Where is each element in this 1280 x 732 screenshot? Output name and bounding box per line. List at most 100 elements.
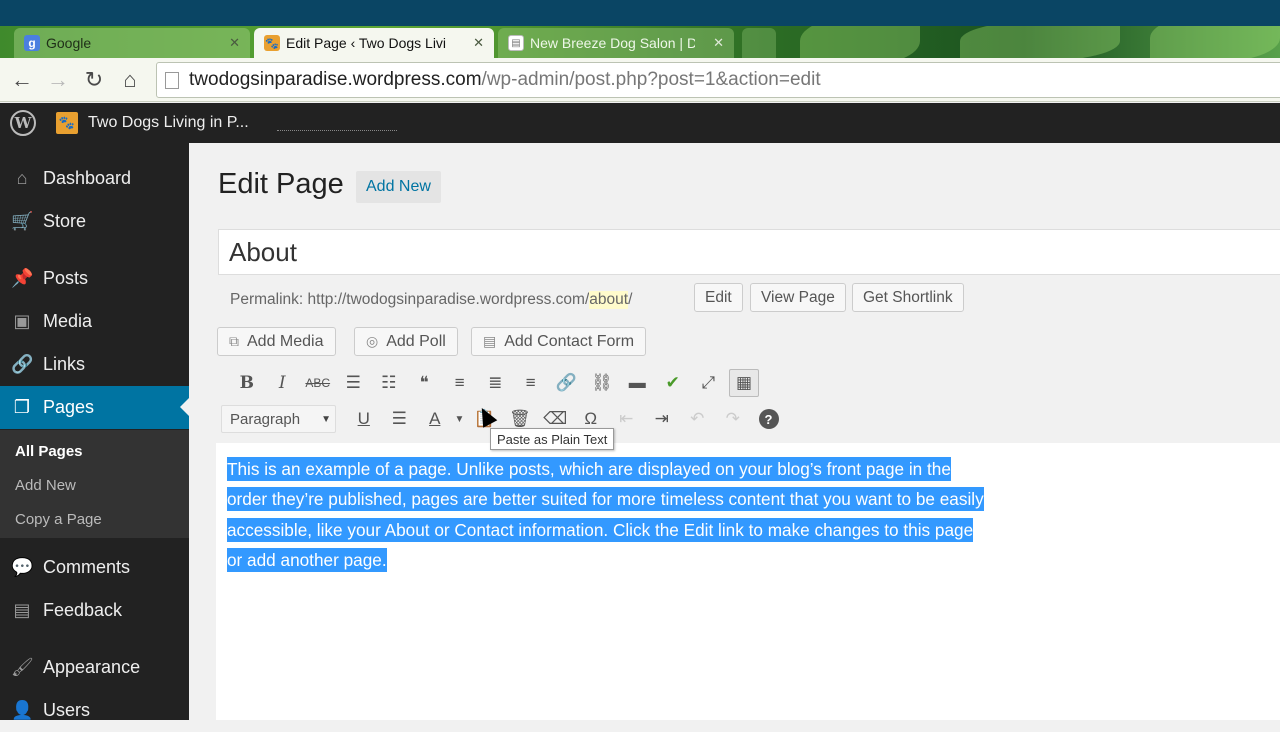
tab-breeze-salon[interactable]: ▤ New Breeze Dog Salon | D ✕ — [498, 28, 734, 58]
tab-title: Edit Page ‹ Two Dogs Livi — [286, 35, 447, 51]
undo-icon[interactable]: ↶ — [680, 405, 716, 433]
background-leaf-decoration — [1150, 26, 1280, 58]
align-right-icon[interactable]: ≡ — [513, 369, 549, 397]
sidebar-item-label: Comments — [43, 557, 131, 577]
chevron-down-icon: ▼ — [321, 413, 331, 425]
align-left-icon[interactable]: ≡ — [442, 369, 478, 397]
browser-toolbar: ← → ↻ ⌂ twodogsinparadise.wordpress.com/… — [0, 58, 1280, 102]
submenu-all-pages[interactable]: All Pages — [15, 443, 83, 460]
url-host: twodogsinparadise.wordpress.com — [189, 69, 482, 90]
add-media-label: Add Media — [247, 332, 324, 350]
add-new-button[interactable]: Add New — [356, 171, 441, 203]
spellcheck-icon[interactable]: ✔ — [655, 369, 691, 397]
page-title: Edit Page — [218, 168, 344, 200]
sidebar-item-users[interactable]: 👤 Users — [0, 689, 189, 732]
read-more-icon[interactable]: ▬ — [620, 369, 656, 397]
paste-tooltip: Paste as Plain Text — [490, 428, 615, 450]
wordpress-logo-icon[interactable]: W — [10, 110, 36, 136]
edit-permalink-button[interactable]: Edit — [694, 283, 743, 312]
add-contact-form-button[interactable]: ▤ Add Contact Form — [471, 327, 647, 356]
format-select[interactable]: Paragraph ▼ — [221, 405, 336, 433]
address-bar[interactable]: twodogsinparadise.wordpress.com/wp-admin… — [156, 62, 1280, 98]
tab-close-icon[interactable]: ✕ — [473, 35, 484, 51]
bold-icon[interactable]: B — [229, 369, 265, 397]
sidebar-item-pages[interactable]: ❐ Pages — [0, 386, 189, 429]
permalink-row: Permalink: http://twodogsinparadise.word… — [230, 285, 632, 315]
pages-submenu: All Pages Add New Copy a Page — [0, 430, 189, 538]
sidebar-item-posts[interactable]: 📌 Posts — [0, 257, 189, 300]
brush-icon: 🖌 — [11, 657, 34, 677]
sidebar-item-label: Media — [43, 311, 93, 331]
tab-title: New Breeze Dog Salon | D — [530, 35, 696, 51]
unlink-icon[interactable]: ⛓ — [584, 369, 620, 397]
pages-icon: ❐ — [13, 397, 31, 417]
sidebar-item-feedback[interactable]: ▤ Feedback — [0, 589, 189, 632]
url-path: /wp-admin/post.php?post=1&action=edit — [481, 69, 821, 90]
format-select-value: Paragraph — [230, 410, 301, 428]
justify-icon[interactable]: ☰ — [382, 405, 418, 433]
page-icon — [165, 71, 179, 89]
italic-icon[interactable]: I — [265, 369, 301, 397]
add-poll-button[interactable]: ◎ Add Poll — [354, 327, 458, 356]
tab-close-icon[interactable]: ✕ — [229, 35, 240, 51]
permalink-url[interactable]: http://twodogsinparadise.wordpress.com/ — [308, 291, 590, 309]
get-shortlink-button[interactable]: Get Shortlink — [852, 283, 964, 312]
view-page-button[interactable]: View Page — [750, 283, 846, 312]
home-icon[interactable]: ⌂ — [116, 66, 144, 94]
align-center-icon[interactable]: ≣ — [478, 369, 514, 397]
tab-google[interactable]: g Google ✕ — [14, 28, 250, 58]
permalink-slug[interactable]: about — [589, 291, 629, 309]
chevron-down-icon[interactable]: ▼ — [453, 405, 467, 433]
document-favicon-icon: ▤ — [508, 35, 524, 51]
bulleted-list-icon[interactable]: ☰ — [336, 369, 372, 397]
new-tab-button[interactable] — [742, 28, 776, 58]
sidebar-item-label: Posts — [43, 268, 89, 288]
submenu-add-new[interactable]: Add New — [15, 477, 76, 494]
indent-icon[interactable]: ⇥ — [644, 405, 680, 433]
post-title-input[interactable]: About — [218, 229, 1280, 275]
adminbar-placeholder — [276, 129, 397, 131]
tab-title: Google — [46, 35, 92, 51]
numbered-list-icon[interactable]: ☷ — [371, 369, 407, 397]
strikethrough-icon[interactable]: ABC — [300, 369, 336, 397]
sidebar-item-media[interactable]: ▣ Media — [0, 300, 189, 343]
add-poll-label: Add Poll — [386, 332, 446, 350]
blockquote-icon[interactable]: ❝ — [407, 369, 443, 397]
user-icon: 👤 — [11, 700, 34, 720]
window-titlebar — [0, 0, 1280, 26]
cart-icon: 🛒 — [11, 211, 34, 231]
sidebar-item-comments[interactable]: 💬 Comments — [0, 546, 189, 589]
text-color-icon[interactable]: A — [417, 405, 453, 433]
add-media-button[interactable]: ⧉ Add Media — [217, 327, 336, 356]
toolbar-toggle-icon[interactable]: ▦ — [729, 369, 759, 397]
permalink-label: Permalink: — [230, 291, 304, 308]
sidebar-item-label: Store — [43, 211, 87, 231]
editor-body-text[interactable]: This is an example of a page. Unlike pos… — [227, 454, 991, 575]
sidebar-item-label: Pages — [43, 397, 95, 417]
tab-edit-page[interactable]: 🐾 Edit Page ‹ Two Dogs Livi ✕ — [254, 28, 494, 58]
paw-favicon-icon: 🐾 — [264, 35, 280, 51]
sidebar-item-dashboard[interactable]: ⌂ Dashboard — [0, 157, 189, 200]
media-icon: ⧉ — [229, 333, 239, 349]
forward-arrow-icon[interactable]: → — [44, 66, 72, 94]
sidebar-item-label: Users — [43, 700, 91, 720]
insert-link-icon[interactable]: 🔗 — [549, 369, 585, 397]
sidebar-item-store[interactable]: 🛒 Store — [0, 200, 189, 243]
editor-content-area[interactable]: This is an example of a page. Unlike pos… — [216, 443, 1280, 720]
fullscreen-icon[interactable]: ⤢ — [691, 369, 727, 397]
sidebar-item-links[interactable]: 🔗 Links — [0, 343, 189, 386]
submenu-copy-a-page[interactable]: Copy a Page — [15, 511, 102, 528]
underline-icon[interactable]: U — [346, 405, 382, 433]
redo-icon[interactable]: ↷ — [715, 405, 751, 433]
back-arrow-icon[interactable]: ← — [8, 66, 36, 94]
selected-text: This is an example of a page. Unlike pos… — [227, 457, 984, 572]
sidebar-item-label: Links — [43, 354, 86, 374]
tab-close-icon[interactable]: ✕ — [713, 35, 724, 51]
dashboard-icon: ⌂ — [16, 168, 28, 188]
sidebar-item-appearance[interactable]: 🖌 Appearance — [0, 646, 189, 689]
editor-toolbar-row-1: B I ABC ☰ ☷ ❝ ≡ ≣ ≡ 🔗 ⛓ ▬ ✔ ⤢ ▦ — [229, 368, 759, 398]
reload-icon[interactable]: ↻ — [80, 66, 108, 94]
help-icon[interactable]: ? — [758, 409, 779, 429]
site-name-link[interactable]: Two Dogs Living in P... — [88, 114, 249, 132]
site-paw-icon: 🐾 — [56, 112, 78, 134]
